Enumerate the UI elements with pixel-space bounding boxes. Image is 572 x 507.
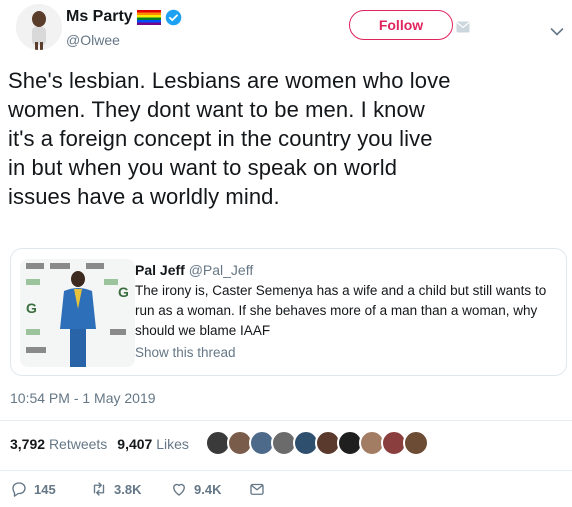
likes-stat[interactable]: 9,407 Likes [117,436,189,452]
retweet-count: 3.8K [114,481,142,497]
chevron-down-icon[interactable] [550,24,564,36]
follow-button[interactable]: Follow [349,10,453,40]
reply-count: 145 [34,481,56,497]
retweet-icon [93,482,105,496]
likes-label: Likes [156,436,189,452]
rainbow-flag-icon [136,9,161,25]
verified-badge-icon [165,9,182,26]
svg-text:G: G [26,300,37,316]
divider [0,420,572,421]
show-thread-link[interactable]: Show this thread [135,345,236,360]
divider [0,470,572,471]
author-avatar[interactable] [16,4,62,50]
quoted-tweet-photo[interactable]: G G [20,259,135,367]
like-count: 9.4K [194,481,222,497]
liker-avatar[interactable] [403,430,429,456]
quoted-tweet[interactable]: G G Pal Jeff @Pal_Jeff The irony is, Cas… [10,248,567,376]
tweet-actions: 145 3.8K 9.4K [0,480,572,504]
quoted-handle[interactable]: @Pal_Jeff [189,262,254,278]
reply-icon [12,482,26,497]
share-button[interactable] [248,480,266,498]
display-name[interactable]: Ms Party [66,8,133,26]
liker-avatars [205,430,429,456]
svg-text:G: G [118,284,129,300]
retweets-stat[interactable]: 3,792 Retweets [10,436,107,452]
retweets-label: Retweets [48,436,108,452]
retweets-count: 3,792 [10,436,46,452]
like-button[interactable]: 9.4K [170,480,221,498]
author-name[interactable]: Ms Party [66,8,182,26]
tweet-timestamp[interactable]: 10:54 PM - 1 May 2019 [10,390,156,406]
quoted-tweet-text: The irony is, Caster Semenya has a wife … [135,283,547,338]
author-handle[interactable]: @Olwee [66,32,120,48]
like-icon [173,483,185,496]
quoted-author[interactable]: Pal Jeff @Pal_Jeff [135,262,253,278]
reply-button[interactable]: 145 [10,480,56,498]
tweet-text: She's lesbian. Lesbians are women who lo… [8,68,451,209]
retweet-button[interactable]: 3.8K [90,480,141,498]
likes-count: 9,407 [117,436,153,452]
direct-message-icon[interactable] [456,20,470,33]
tweet-stats: 3,792 Retweets 9,407 Likes [10,436,189,452]
share-icon [250,483,264,495]
quoted-display-name[interactable]: Pal Jeff [135,262,185,278]
